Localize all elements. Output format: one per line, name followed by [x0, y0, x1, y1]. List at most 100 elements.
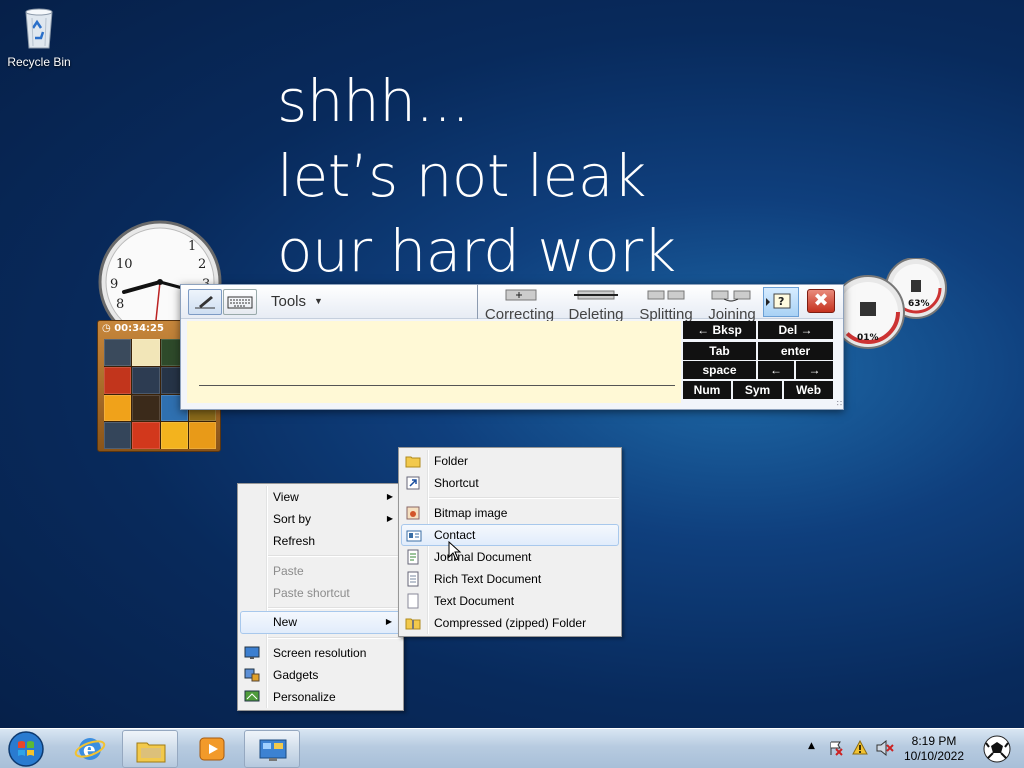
menu-item-label: Bitmap image: [434, 506, 508, 520]
keyboard-icon: [227, 296, 253, 309]
gadgets-icon: [244, 668, 260, 682]
menu-item-label: Contact: [434, 528, 476, 542]
puzzle-tile[interactable]: [104, 394, 132, 422]
taskbar-clock[interactable]: 8:19 PM 10/10/2022: [896, 734, 972, 764]
help-icon: ?: [766, 293, 791, 309]
new-contact-item[interactable]: Contact: [401, 524, 619, 546]
folder-icon: [405, 456, 421, 468]
menu-item-paste-shortcut[interactable]: Paste shortcut: [240, 582, 401, 604]
menu-separator: [268, 607, 401, 609]
new-shortcut-item[interactable]: Shortcut: [401, 472, 619, 494]
show-desktop-button[interactable]: [974, 731, 1020, 767]
new-journal-item[interactable]: Journal Document: [401, 546, 619, 568]
action-center-flag-icon[interactable]: [828, 740, 844, 756]
recycle-bin-shortcut[interactable]: Recycle Bin: [4, 6, 74, 69]
submenu-arrow-icon: ▶: [385, 617, 392, 626]
puzzle-tile[interactable]: [132, 422, 160, 449]
menu-item-screen-resolution[interactable]: Screen resolution: [240, 642, 401, 664]
menu-item-label: Rich Text Document: [434, 572, 542, 586]
puzzle-tile[interactable]: [132, 366, 160, 394]
puzzle-tile[interactable]: [104, 339, 132, 366]
gesture-joining[interactable]: Joining: [701, 285, 763, 323]
menu-item-gadgets[interactable]: Gadgets: [240, 664, 401, 686]
taskbar-windows-explorer[interactable]: [122, 730, 178, 768]
cpu-meter-gadget[interactable]: 63% 01%: [832, 258, 952, 354]
menu-separator: [268, 637, 401, 639]
left-arrow-key[interactable]: ←: [758, 361, 794, 379]
close-icon: ✖: [813, 290, 829, 311]
clock-number: 10: [116, 257, 133, 272]
menu-item-label: Folder: [434, 454, 469, 468]
tools-menu[interactable]: Tools ▼: [271, 293, 323, 310]
new-rich-text-item[interactable]: Rich Text Document: [401, 568, 619, 590]
menu-item-view[interactable]: View ▶: [240, 486, 401, 508]
system-tray: ▲ 8:19 PM 10/10/2022: [800, 729, 1024, 768]
menu-item-label: New: [273, 615, 298, 629]
correcting-icon: [505, 289, 536, 301]
menu-item-personalize[interactable]: Personalize: [240, 686, 401, 708]
enter-key[interactable]: enter: [758, 342, 833, 360]
memory-percent: 63%: [908, 299, 930, 309]
new-text-document-item[interactable]: Text Document: [401, 590, 619, 612]
num-key[interactable]: Num: [683, 381, 731, 399]
puzzle-tile[interactable]: [132, 339, 160, 366]
volume-muted-icon[interactable]: [876, 740, 894, 756]
tools-label: Tools: [271, 293, 307, 310]
sym-key[interactable]: Sym: [733, 381, 782, 399]
writing-pad[interactable]: [187, 321, 681, 403]
puzzle-timer-value: 00:34:25: [114, 323, 164, 334]
wallpaper-line: shhh...: [277, 67, 470, 135]
puzzle-tile[interactable]: [188, 422, 216, 449]
submenu-arrow-icon: ▶: [386, 492, 393, 501]
deleting-icon: [574, 290, 618, 300]
puzzle-tile[interactable]: [104, 422, 132, 449]
text-file-icon: [407, 593, 419, 609]
show-hidden-icons-icon[interactable]: ▲: [808, 741, 815, 751]
new-folder-item[interactable]: Folder: [401, 450, 619, 472]
dropdown-arrow-icon: ▼: [314, 296, 323, 306]
help-button[interactable]: ?: [763, 287, 799, 317]
mouse-cursor-icon: [448, 541, 462, 561]
new-bitmap-item[interactable]: Bitmap image: [401, 502, 619, 524]
gesture-deleting[interactable]: Deleting: [561, 285, 631, 323]
touch-keyboard-button[interactable]: [223, 289, 257, 315]
space-key[interactable]: space: [683, 361, 756, 379]
right-arrow-key[interactable]: →: [796, 361, 833, 379]
warning-icon[interactable]: [852, 740, 868, 756]
new-zip-folder-item[interactable]: Compressed (zipped) Folder: [401, 612, 619, 634]
delete-key[interactable]: Del →: [758, 321, 833, 339]
desktop[interactable]: Recycle Bin shhh... let’s not leak our h…: [0, 0, 1024, 728]
tablet-input-panel[interactable]: Tools ▼ Correcting Deleting Splitting Joi…: [180, 284, 844, 410]
puzzle-tile[interactable]: [104, 366, 132, 394]
web-key[interactable]: Web: [784, 381, 833, 399]
taskbar-internet-explorer[interactable]: e: [62, 730, 118, 768]
menu-item-new[interactable]: New ▶: [240, 611, 401, 634]
start-button[interactable]: [6, 730, 46, 768]
personalize-icon: [244, 690, 260, 702]
menu-item-label: Sort by: [273, 512, 312, 526]
gesture-splitting[interactable]: Splitting: [631, 285, 701, 323]
menu-item-label: View: [273, 490, 299, 504]
windows-explorer-icon: [136, 742, 166, 763]
svg-text:?: ?: [778, 295, 784, 308]
menu-item-label: Paste shortcut: [273, 586, 350, 600]
splitting-icon: [647, 290, 685, 300]
contact-card-icon: [406, 530, 422, 542]
puzzle-tile[interactable]: [160, 422, 188, 449]
gesture-correcting[interactable]: Correcting: [477, 285, 561, 323]
touch-keys: ← Bksp Del → Tab enter space ← → Num Sym…: [683, 321, 835, 403]
taskbar: e ▲ 8:19 PM 10/10/2022: [0, 728, 1024, 768]
taskbar-media-player[interactable]: [184, 730, 240, 768]
monitor-icon: [244, 646, 260, 659]
menu-item-refresh[interactable]: Refresh: [240, 530, 401, 552]
taskbar-control-panel[interactable]: [244, 730, 300, 768]
backspace-key[interactable]: ← Bksp: [683, 321, 756, 339]
tab-key[interactable]: Tab: [683, 342, 756, 360]
close-button[interactable]: ✖: [807, 289, 835, 313]
cpu-icon: [860, 302, 876, 316]
resize-grip-icon[interactable]: ∷: [837, 399, 842, 408]
writing-pad-button[interactable]: [188, 289, 222, 315]
menu-item-sort-by[interactable]: Sort by ▶: [240, 508, 401, 530]
puzzle-tile[interactable]: [132, 394, 160, 422]
menu-item-paste[interactable]: Paste: [240, 560, 401, 582]
